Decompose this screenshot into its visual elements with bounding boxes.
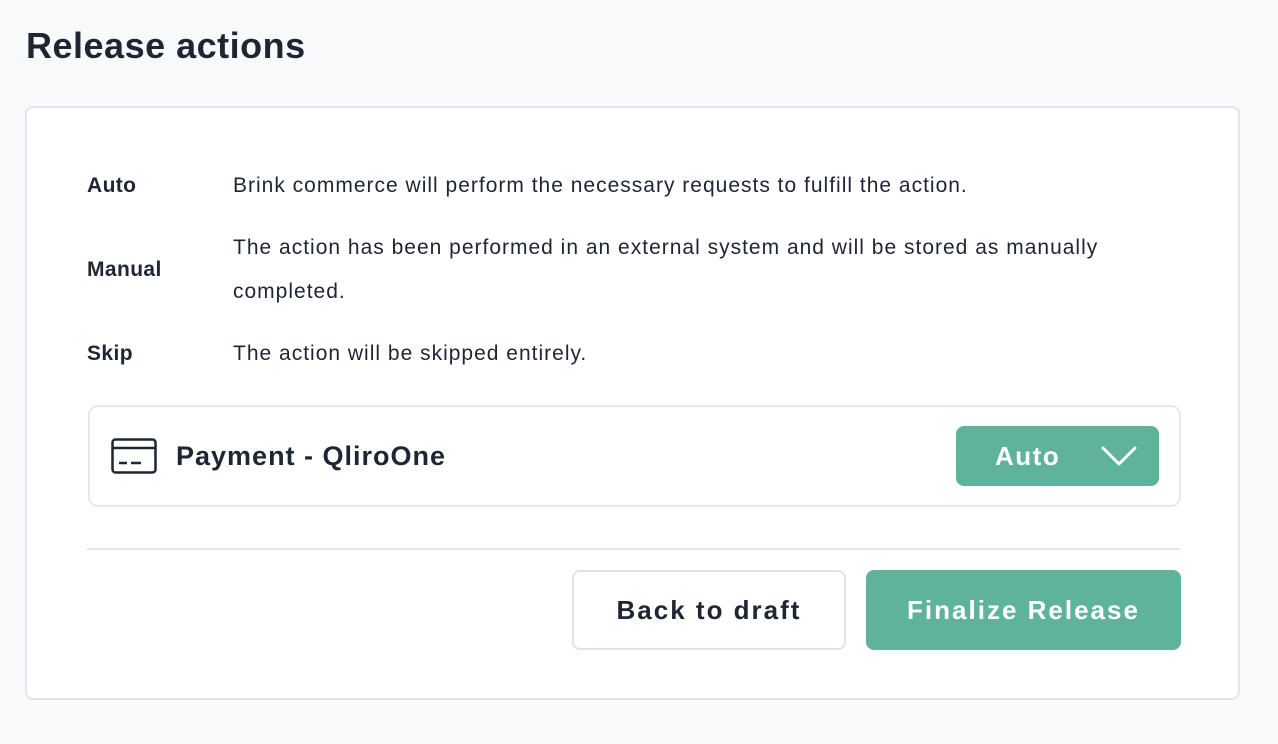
divider — [87, 548, 1180, 550]
legend-term-auto: Auto — [87, 174, 137, 197]
action-mode-value: Auto — [995, 440, 1061, 471]
legend-term-manual: Manual — [87, 258, 162, 281]
action-row-payment: Payment - QliroOne Auto — [88, 405, 1181, 507]
legend-description-manual: The action has been performed in an exte… — [233, 236, 1099, 303]
credit-card-icon — [111, 438, 157, 474]
action-mode-legend: Auto Brink commerce will perform the nec… — [87, 164, 1167, 394]
page-title: Release actions — [26, 25, 306, 66]
legend-row-manual: Manual The action has been performed in … — [87, 226, 1167, 314]
legend-description-skip: The action will be skipped entirely. — [233, 342, 588, 365]
back-to-draft-button[interactable]: Back to draft — [572, 570, 846, 650]
release-actions-card: Auto Brink commerce will perform the nec… — [25, 106, 1240, 700]
legend-description-auto: Brink commerce will perform the necessar… — [233, 174, 968, 197]
action-mode-select[interactable]: Auto — [956, 426, 1159, 486]
action-label: Payment - QliroOne — [176, 440, 447, 471]
legend-row-auto: Auto Brink commerce will perform the nec… — [87, 164, 1167, 208]
chevron-down-icon — [1101, 445, 1137, 467]
legend-row-skip: Skip The action will be skipped entirely… — [87, 332, 1167, 376]
finalize-release-button[interactable]: Finalize Release — [866, 570, 1181, 650]
legend-term-skip: Skip — [87, 342, 133, 365]
